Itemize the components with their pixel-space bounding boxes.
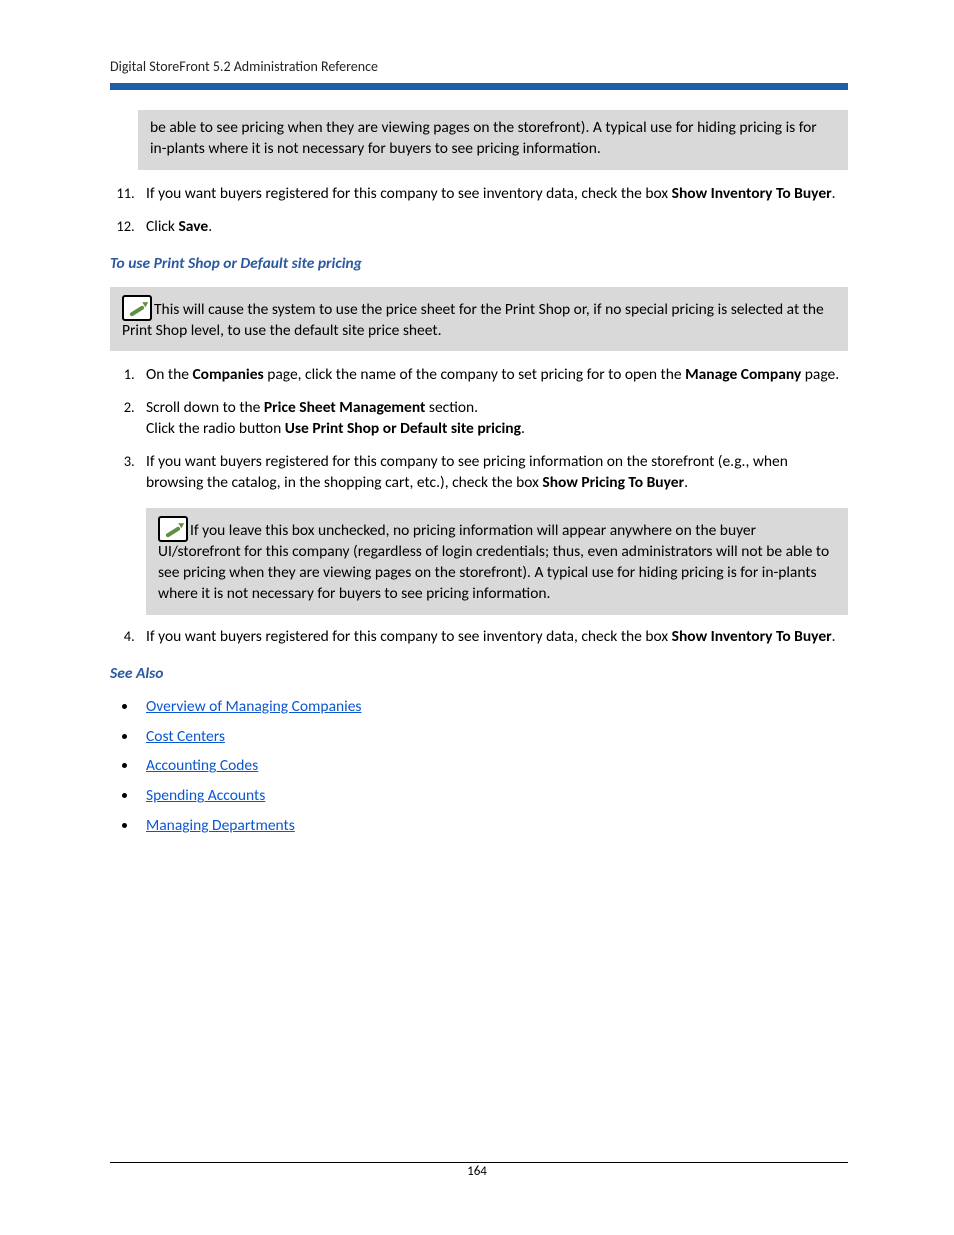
list-item: Managing Departments xyxy=(138,816,848,837)
steps-list-continued: If you want buyers registered for this c… xyxy=(110,184,848,238)
link-overview-companies[interactable]: Overview of Managing Companies xyxy=(146,697,361,716)
running-header: Digital StoreFront 5.2 Administration Re… xyxy=(110,58,848,77)
document-page: Digital StoreFront 5.2 Administration Re… xyxy=(0,0,954,1235)
pencil-note-icon xyxy=(122,295,152,321)
step-text: . xyxy=(521,419,525,438)
step-text: If you want buyers registered for this c… xyxy=(146,452,788,492)
bold-manage-company: Manage Company xyxy=(685,365,801,384)
bold-price-sheet-mgmt: Price Sheet Management xyxy=(264,398,426,417)
link-cost-centers[interactable]: Cost Centers xyxy=(146,727,225,746)
step-text: Scroll down to the xyxy=(146,398,264,417)
step-2: Scroll down to the Price Sheet Managemen… xyxy=(138,398,848,440)
list-item: Cost Centers xyxy=(138,727,848,748)
note-box-inner: If you leave this box unchecked, no pric… xyxy=(146,508,848,615)
see-also-heading: See Also xyxy=(110,664,848,685)
pencil-note-icon xyxy=(158,516,188,542)
list-item: Spending Accounts xyxy=(138,786,848,807)
step-text: . xyxy=(684,473,688,492)
step-text: If you want buyers registered for this c… xyxy=(146,627,672,646)
section-subheading: To use Print Shop or Default site pricin… xyxy=(110,254,848,275)
step-12: Click Save. xyxy=(138,217,848,238)
note-text: This will cause the system to use the pr… xyxy=(122,300,824,340)
step-3: If you want buyers registered for this c… xyxy=(138,452,848,615)
step-11: If you want buyers registered for this c… xyxy=(138,184,848,205)
step-text: . xyxy=(832,184,836,203)
bold-save: Save xyxy=(178,217,208,236)
step-text: If you want buyers registered for this c… xyxy=(146,184,672,203)
note-text: If you leave this box unchecked, no pric… xyxy=(158,521,829,603)
steps-list: On the Companies page, click the name of… xyxy=(110,365,848,647)
step-1: On the Companies page, click the name of… xyxy=(138,365,848,386)
link-spending-accounts[interactable]: Spending Accounts xyxy=(146,786,265,805)
bold-show-pricing: Show Pricing To Buyer xyxy=(542,473,684,492)
step-text: On the xyxy=(146,365,192,384)
list-item: Overview of Managing Companies xyxy=(138,697,848,718)
step-text: Click xyxy=(146,217,178,236)
page-number: 164 xyxy=(0,1163,954,1181)
note-box-continued: be able to see pricing when they are vie… xyxy=(138,110,848,170)
step-4: If you want buyers registered for this c… xyxy=(138,627,848,648)
header-rule xyxy=(110,83,848,90)
see-also-list: Overview of Managing Companies Cost Cent… xyxy=(110,697,848,838)
link-accounting-codes[interactable]: Accounting Codes xyxy=(146,756,258,775)
bold-show-inventory: Show Inventory To Buyer xyxy=(672,184,832,203)
step-text: . xyxy=(208,217,212,236)
note-box: This will cause the system to use the pr… xyxy=(110,287,848,352)
step-text: Click the radio button xyxy=(146,419,285,438)
step-text: . xyxy=(832,627,836,646)
list-item: Accounting Codes xyxy=(138,756,848,777)
bold-companies: Companies xyxy=(192,365,263,384)
bold-show-inventory: Show Inventory To Buyer xyxy=(672,627,832,646)
step-text: section. xyxy=(425,398,478,417)
bold-use-print-shop: Use Print Shop or Default site pricing xyxy=(285,419,521,438)
link-managing-departments[interactable]: Managing Departments xyxy=(146,816,295,835)
step-text: page, click the name of the company to s… xyxy=(264,365,685,384)
step-text: page. xyxy=(801,365,839,384)
note-text: be able to see pricing when they are vie… xyxy=(150,118,817,158)
